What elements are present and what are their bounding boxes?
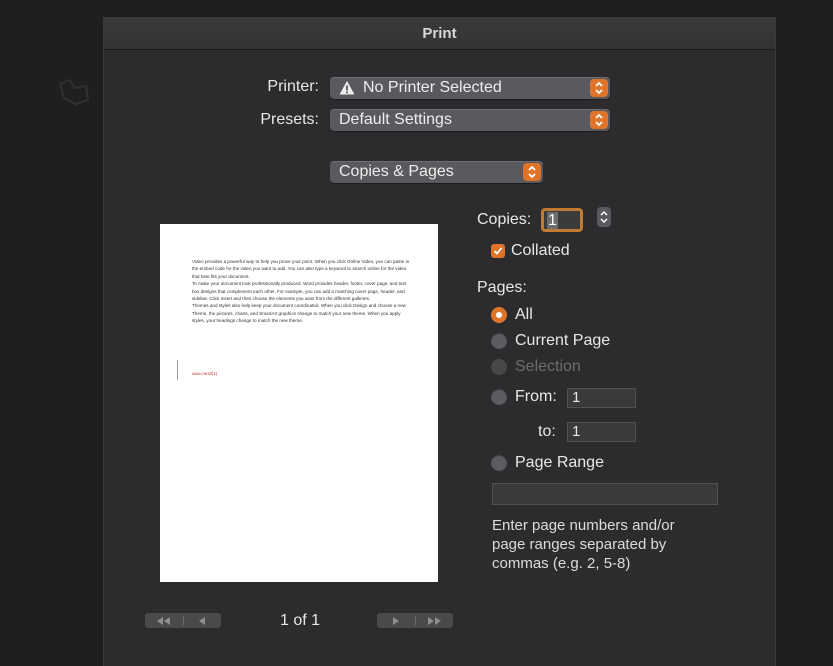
copies-label: Copies:: [477, 211, 532, 228]
copies-stepper[interactable]: [597, 207, 611, 227]
pages-to-field[interactable]: 1: [567, 422, 636, 442]
copies-field[interactable]: 1: [541, 208, 583, 232]
pages-all-radio[interactable]: [491, 307, 507, 323]
background-shape-icon: [58, 78, 90, 106]
pages-current-label: Current Page: [515, 332, 611, 349]
double-right-arrow-icon: [428, 616, 442, 625]
previous-page-button[interactable]: [184, 613, 222, 628]
pages-selection-label: Selection: [515, 358, 581, 375]
presets-label: Presets:: [260, 111, 319, 128]
pages-selection-radio: [491, 359, 507, 375]
preview-paragraph: Video provides a powerful way to help yo…: [192, 259, 410, 279]
pages-from-field[interactable]: 1: [567, 388, 636, 408]
presets-popup[interactable]: Default Settings: [330, 109, 610, 131]
pages-label: Pages:: [477, 279, 527, 296]
preview-red-line: aaa=rand(1): [192, 371, 218, 376]
left-arrow-icon: [198, 616, 205, 625]
double-left-arrow-icon: [156, 616, 170, 625]
section-popup[interactable]: Copies & Pages: [330, 161, 543, 183]
print-dialog: Print Printer: No Printer Selected Prese…: [103, 17, 776, 666]
pages-current-radio[interactable]: [491, 333, 507, 349]
pages-from-label: From:: [515, 388, 557, 405]
warning-icon: [339, 81, 355, 95]
pages-range-help: Enter page numbers and/or page ranges se…: [492, 517, 675, 572]
chevron-updown-icon: [523, 163, 541, 181]
preview-body: Video provides a powerful way to help yo…: [192, 258, 414, 325]
pages-range-field[interactable]: [492, 483, 718, 505]
collated-checkbox[interactable]: [491, 244, 505, 258]
first-page-button[interactable]: [145, 613, 183, 628]
dialog-title: Print: [422, 24, 457, 42]
collated-label: Collated: [511, 242, 570, 259]
chevron-updown-icon: [590, 79, 608, 97]
copies-value: 1: [547, 212, 558, 229]
page-indicator: 1 of 1: [279, 612, 321, 629]
printer-label: Printer:: [267, 78, 319, 95]
pages-range-label: Page Range: [515, 454, 604, 471]
pages-to-label: to:: [538, 423, 556, 440]
pages-from-radio[interactable]: [491, 389, 507, 405]
right-arrow-icon: [393, 616, 400, 625]
printer-popup[interactable]: No Printer Selected: [330, 77, 610, 99]
last-page-button[interactable]: [416, 613, 454, 628]
nav-forward-buttons: [377, 613, 453, 628]
pages-range-radio[interactable]: [491, 455, 507, 471]
dialog-titlebar: Print: [104, 17, 775, 50]
next-page-button[interactable]: [377, 613, 415, 628]
section-popup-value: Copies & Pages: [339, 163, 454, 180]
checkmark-icon: [493, 247, 503, 255]
margin-marker: [177, 360, 178, 380]
preview-paragraph: Themes and styles also help keep your do…: [192, 303, 406, 324]
printer-value: No Printer Selected: [363, 79, 502, 96]
nav-back-buttons: [145, 613, 221, 628]
pages-all-label: All: [515, 306, 533, 323]
preview-paragraph: To make your document look professionall…: [192, 281, 407, 302]
presets-value: Default Settings: [339, 111, 452, 128]
page-preview: Video provides a powerful way to help yo…: [160, 224, 438, 582]
chevron-updown-icon: [590, 111, 608, 129]
